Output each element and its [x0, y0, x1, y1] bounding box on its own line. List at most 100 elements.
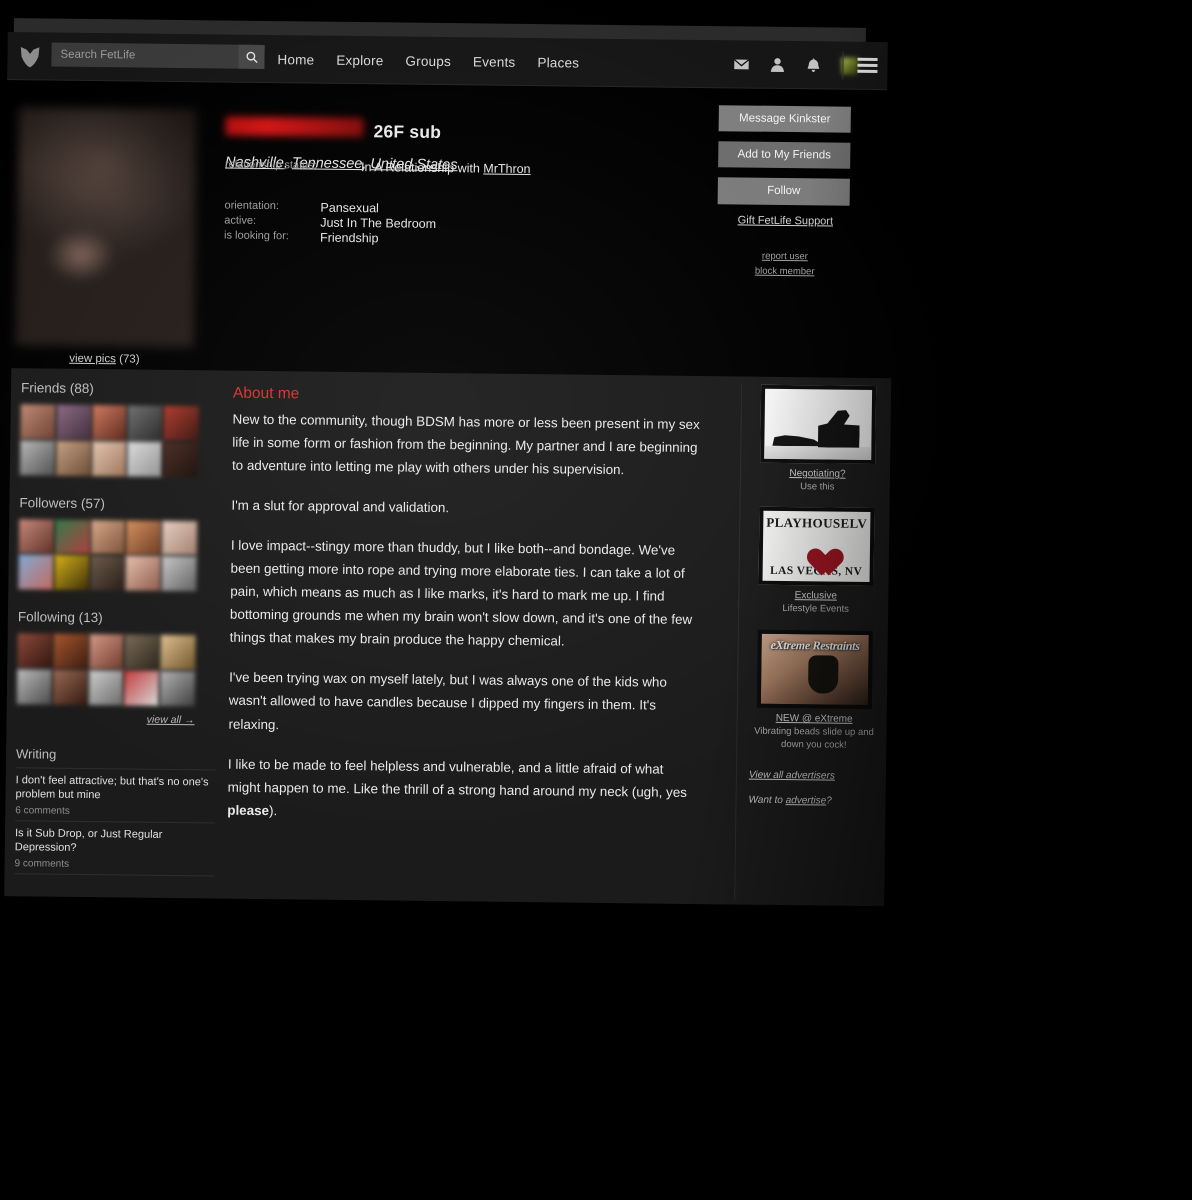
about-me-section: About me New to the community, though BD…	[227, 385, 703, 827]
list-item[interactable]	[88, 634, 125, 670]
ad-link[interactable]: Exclusive	[751, 590, 880, 602]
list-item[interactable]	[126, 520, 162, 556]
list-item[interactable]	[163, 405, 199, 442]
list-item[interactable]	[20, 404, 56, 440]
list-item[interactable]	[161, 520, 198, 556]
search-input[interactable]	[51, 48, 239, 63]
writing-item-comments: 9 comments	[14, 858, 70, 870]
list-item[interactable]	[52, 669, 88, 705]
list-item[interactable]	[124, 670, 160, 706]
followers-title: Followers (57)	[19, 494, 106, 511]
list-item[interactable]	[17, 633, 53, 669]
list-item[interactable]	[18, 518, 55, 554]
relationship-partner-link[interactable]: MrThron	[483, 161, 530, 176]
list-item[interactable]	[54, 555, 90, 591]
list-item[interactable]	[89, 555, 126, 591]
list-item[interactable]	[163, 441, 199, 477]
profile-actions: Message Kinkster Add to My Friends Follo…	[717, 105, 855, 278]
nav-link-places[interactable]: Places	[537, 55, 579, 70]
advertisement: Negotiating? Use this	[753, 384, 883, 495]
block-member-link[interactable]: block member	[717, 265, 853, 278]
view-all-connections-link[interactable]: view all →	[16, 712, 195, 726]
list-item[interactable]	[91, 440, 127, 477]
extreme-restraints-ad-image[interactable]: eXtreme Restraints	[756, 629, 873, 710]
list-item[interactable]	[127, 441, 163, 477]
hamburger-menu-icon[interactable]	[857, 57, 878, 74]
nav-link-groups[interactable]: Groups	[405, 53, 451, 69]
gift-support-link[interactable]: Gift FetLife Support	[717, 214, 853, 228]
user-icon[interactable]	[769, 57, 785, 73]
nav-link-explore[interactable]: Explore	[336, 52, 383, 68]
view-pics-label[interactable]: view pics	[69, 353, 116, 366]
list-item[interactable]	[159, 670, 196, 707]
writing-item-title[interactable]: I don't feel attractive; but that's no o…	[15, 773, 215, 804]
list-item[interactable]	[125, 555, 161, 592]
advertiser-footer-links: View all advertisers Want to advertise?	[748, 770, 877, 807]
about-paragraph: I've been trying wax on myself lately, b…	[228, 670, 667, 732]
ad-brand: eXtreme Restraints	[770, 637, 860, 653]
writing-item[interactable]: Is it Sub Drop, or Just Regular Depressi…	[14, 820, 216, 877]
list-item[interactable]	[124, 634, 160, 670]
view-all-advertisers-link[interactable]: View all advertisers	[749, 770, 878, 782]
fetlife-bat-logo[interactable]	[19, 46, 40, 68]
about-paragraph: I'm a slut for approval and validation.	[231, 497, 450, 516]
want-to-advertise-link: Want to advertise?	[748, 795, 877, 807]
nav-link-home[interactable]: Home	[277, 52, 314, 67]
advertisement: PLAYHOUSELV LAS VEGAS, NV Exclusive Life…	[751, 507, 881, 617]
ad-subtitle: Lifestyle Events	[782, 603, 849, 616]
relationship-text: In A Relationship with	[360, 160, 484, 176]
list-item[interactable]	[161, 556, 197, 592]
profile-age-sex-role: 26F sub	[373, 121, 442, 142]
list-item[interactable]	[53, 633, 89, 670]
mail-icon[interactable]	[733, 56, 750, 72]
list-item[interactable]	[16, 669, 53, 705]
writing-item-title[interactable]: Is it Sub Drop, or Just Regular Depressi…	[15, 826, 215, 857]
sidebar-connections: Friends (88) Followers (57) Following (1…	[14, 380, 221, 892]
ad-subtitle: Use this	[800, 481, 835, 493]
followers-thumbnail-grid	[18, 518, 198, 592]
profile-header: view pics (73) 26F sub Nashville, Tennes…	[3, 80, 887, 380]
detail-key-relationship: relationship status:	[224, 158, 317, 172]
list-item[interactable]	[55, 440, 91, 476]
list-item[interactable]	[127, 405, 163, 441]
message-kinkster-button[interactable]: Message Kinkster	[718, 105, 851, 133]
advertisement-sidebar: Negotiating? Use this PLAYHOUSELV LAS VE…	[734, 384, 884, 902]
bell-icon[interactable]	[805, 57, 821, 73]
list-item[interactable]	[54, 519, 90, 555]
list-item[interactable]	[88, 670, 124, 706]
list-item[interactable]	[18, 554, 54, 590]
ad-link[interactable]: Negotiating?	[753, 468, 882, 480]
list-item[interactable]	[19, 440, 56, 476]
detail-value-relationship: In A Relationship with MrThron	[321, 160, 531, 176]
final-text-pre: I like to be made to feel helpless and v…	[227, 756, 688, 800]
pics-count: (73)	[119, 353, 140, 366]
profile-photo[interactable]	[15, 107, 197, 348]
advertisement: eXtreme Restraints NEW @ eXtreme Vibrati…	[749, 629, 880, 753]
list-item[interactable]	[91, 405, 128, 441]
profile-name-row: 26F sub	[225, 116, 458, 144]
writing-item[interactable]: I don't feel attractive; but that's no o…	[15, 766, 216, 823]
search-bar[interactable]	[51, 42, 265, 69]
report-user-link[interactable]: report user	[717, 250, 853, 263]
list-item[interactable]	[160, 635, 196, 671]
detail-value-orientation: Pansexual	[320, 200, 379, 216]
bdsm-silhouette-ad-image[interactable]	[760, 384, 877, 465]
ad-link[interactable]: NEW @ eXtreme	[750, 713, 879, 725]
list-item[interactable]	[56, 404, 92, 440]
moderation-links: report user block member	[717, 250, 853, 278]
list-item[interactable]	[90, 519, 126, 555]
view-pics-link[interactable]: view pics (73)	[15, 352, 193, 366]
heart-icon	[799, 534, 833, 564]
add-to-friends-button[interactable]: Add to My Friends	[718, 141, 851, 169]
detail-value-looking-for: Friendship	[319, 230, 379, 246]
final-text-post: ).	[268, 802, 278, 818]
advertise-link[interactable]: advertise	[786, 795, 827, 806]
friends-thumbnail-grid	[19, 404, 199, 477]
nav-link-events[interactable]: Events	[473, 54, 516, 69]
about-paragraph: I love impact--stingy more than thuddy, …	[229, 537, 693, 649]
follow-button[interactable]: Follow	[717, 177, 850, 206]
advertise-pre: Want to	[748, 794, 786, 807]
search-button[interactable]	[238, 44, 265, 69]
playhouselv-logo-ad-image[interactable]: PLAYHOUSELV LAS VEGAS, NV	[758, 507, 875, 587]
detail-key-active: active:	[224, 214, 257, 227]
